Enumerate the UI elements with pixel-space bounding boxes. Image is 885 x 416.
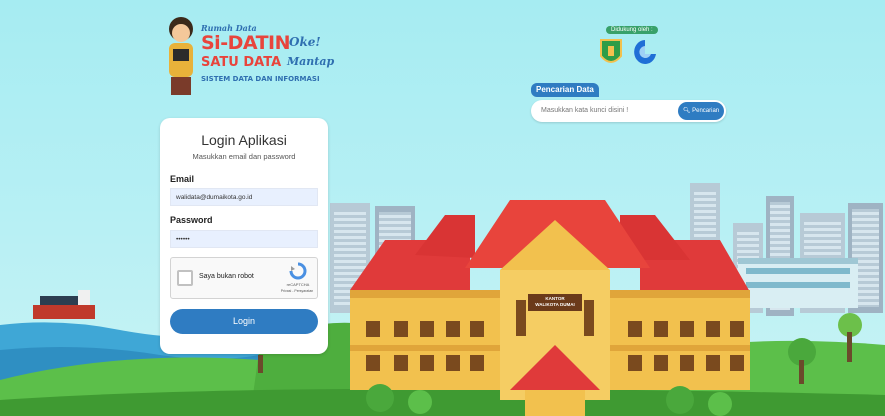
search-icon: 🔍︎ bbox=[682, 108, 691, 114]
recaptcha-label: Saya bukan robot bbox=[199, 273, 254, 280]
recaptcha-checkbox[interactable] bbox=[177, 270, 193, 286]
logo-subtitle: SATU DATA bbox=[201, 55, 282, 70]
building-sign: KANTOR WALIKOTA DUMAI bbox=[528, 296, 582, 308]
city-hall-illustration bbox=[350, 200, 750, 416]
search-button-label: Pencarian bbox=[692, 108, 720, 114]
login-button[interactable]: Login bbox=[170, 309, 318, 334]
password-field[interactable]: •••••• bbox=[170, 230, 318, 248]
recaptcha-logo-icon bbox=[289, 262, 307, 280]
recaptcha-widget: Saya bukan robot reCAPTCHA Privasi - Per… bbox=[170, 257, 318, 299]
logo-title: Si-DATIN bbox=[201, 32, 291, 54]
search-label: Pencarian Data bbox=[531, 83, 599, 97]
logo-subtitle-tag: Mantap bbox=[287, 55, 335, 68]
search-button[interactable]: 🔍︎ Pencarian bbox=[678, 102, 724, 120]
mascot-icon bbox=[169, 17, 193, 95]
background-scene: KANTOR WALIKOTA DUMAI Rumah Data Si-DATI… bbox=[0, 0, 885, 416]
logo-title-tag: Oke! bbox=[289, 35, 321, 49]
recaptcha-brand: reCAPTCHA bbox=[286, 282, 310, 287]
search-bar: Masukkan kata kunci disini ! 🔍︎ Pencaria… bbox=[531, 100, 726, 122]
search-input[interactable]: Masukkan kata kunci disini ! bbox=[541, 100, 628, 122]
dumai-emblem-icon bbox=[600, 39, 622, 63]
recaptcha-links[interactable]: Privasi - Persyaratan bbox=[275, 289, 319, 293]
app-logo: Rumah Data Si-DATIN Oke! SATU DATA Manta… bbox=[163, 15, 335, 105]
login-subtitle: Masukkan email dan password bbox=[192, 152, 296, 161]
support-label: Didukung oleh : bbox=[606, 26, 658, 34]
email-field[interactable]: walidata@dumaikota.go.id bbox=[170, 188, 318, 206]
logo-tagline: SISTEM DATA DAN INFORMASI bbox=[201, 75, 320, 83]
email-label: Email bbox=[170, 174, 195, 184]
kominfo-logo-icon bbox=[634, 40, 656, 64]
password-label: Password bbox=[170, 215, 213, 225]
building-sign-line2: WALIKOTA DUMAI bbox=[535, 302, 575, 307]
login-title: Login Aplikasi bbox=[201, 132, 287, 148]
